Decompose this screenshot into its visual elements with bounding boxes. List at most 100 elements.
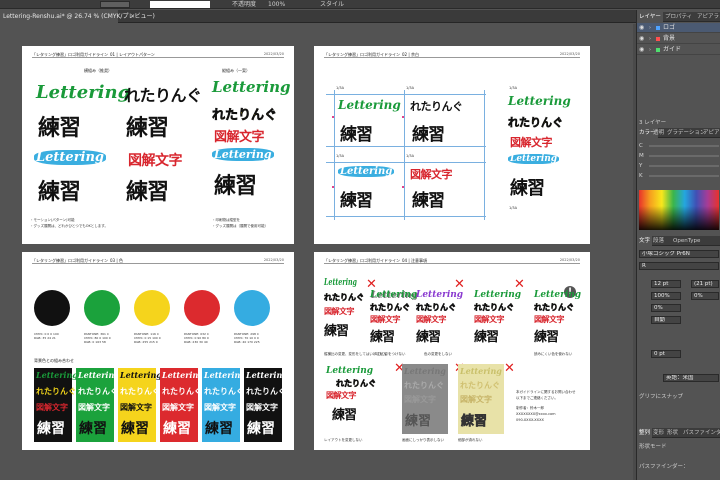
artboard-margins[interactable]: 「レタリング練習」ロゴ利用ガイドライン 02 | 余白 2022/03/20 1… bbox=[314, 46, 590, 244]
logo-margin-blue[interactable]: Lettering 練習 bbox=[338, 166, 402, 212]
baseline-field[interactable]: 0 pt bbox=[651, 350, 681, 358]
tab-pathfinder[interactable]: パスファインダー bbox=[683, 428, 720, 438]
logo-boxkanji-text: 図解文字 bbox=[128, 153, 183, 169]
cmyk-k-row[interactable]: K bbox=[639, 172, 719, 180]
bg-sample-red[interactable]: Lettering れたりんぐ 図解文字 練習 bbox=[160, 368, 204, 442]
cmyk-slider[interactable] bbox=[649, 145, 719, 147]
bg-sample-yellow[interactable]: Lettering れたりんぐ 図解文字 練習 bbox=[118, 368, 162, 442]
logo-kanji-text: 練習 bbox=[126, 116, 169, 141]
tab-shape[interactable]: 形状 bbox=[667, 428, 678, 438]
logo-margin-hiragana[interactable]: れたりんぐ 練習 bbox=[410, 98, 484, 145]
cmyk-slider[interactable] bbox=[649, 165, 719, 167]
leading-field[interactable]: (21 pt) bbox=[691, 280, 719, 288]
chevron-right-icon[interactable]: › bbox=[649, 23, 651, 33]
tab-appearance[interactable]: アピアランス bbox=[697, 12, 720, 22]
tab-align[interactable]: 整列 bbox=[637, 428, 653, 438]
cmyk-c-row[interactable]: C bbox=[639, 142, 719, 150]
layout-note: ・グッズ展開は（展開で使用可能） bbox=[212, 224, 268, 228]
canvas[interactable]: 「レタリング練習」ロゴ利用ガイドライン 01 | レイアウトパターン 2022/… bbox=[0, 24, 636, 480]
proportional-field[interactable]: 0% bbox=[651, 304, 681, 312]
color-swatch-red[interactable] bbox=[184, 290, 220, 326]
auto-field[interactable]: 自動 bbox=[651, 316, 681, 324]
color-swatch-green[interactable] bbox=[84, 290, 120, 326]
visibility-eye-icon[interactable]: ◉ bbox=[639, 45, 644, 55]
color-panel-tabs: カラー 透明 グラデーション アピアランス bbox=[637, 128, 720, 138]
tab-layers[interactable]: レイヤー bbox=[637, 12, 663, 22]
logo-margin-red[interactable]: 図解文字 練習 bbox=[410, 166, 484, 212]
color-swatch-black[interactable] bbox=[34, 290, 70, 326]
caution-example-busybg[interactable]: Lettering れたりんぐ 図解文字 練習 bbox=[458, 364, 504, 434]
kerning-field[interactable]: 0% bbox=[691, 292, 719, 300]
caution-example-layout[interactable]: Lettering れたりんぐ 図解文字 練習 bbox=[474, 290, 521, 350]
style-label[interactable]: スタイル bbox=[320, 0, 344, 9]
logo-lettering-text: Lettering bbox=[508, 94, 571, 108]
bg-sample-green[interactable]: Lettering れたりんぐ 図解文字 練習 bbox=[76, 368, 120, 442]
layer-row[interactable]: ◉ › ロゴ bbox=[637, 23, 720, 33]
font-size-field[interactable]: 12 pt bbox=[651, 280, 681, 288]
artboard-cautions[interactable]: 「レタリング練習」ロゴ利用ガイドライン 04 | 注意事項 2022/03/20… bbox=[314, 252, 590, 450]
logo-margin-vertical[interactable]: Lettering れたりんぐ 図解文字 Lettering 練習 bbox=[508, 94, 584, 214]
cmyk-slider[interactable] bbox=[649, 175, 719, 177]
cmyk-slider[interactable] bbox=[649, 155, 719, 157]
color-swatch-blue[interactable] bbox=[234, 290, 270, 326]
tab-transparency[interactable]: 透明 bbox=[653, 128, 664, 138]
logo-kanji-text: 練習 bbox=[121, 421, 149, 437]
logo-hiragana-text: れたりんぐ bbox=[534, 303, 575, 313]
cmyk-m-row[interactable]: M bbox=[639, 152, 719, 160]
caution-example-color[interactable]: Lettering れたりんぐ 図解文字 練習 bbox=[416, 290, 463, 350]
caution-example-rearranged[interactable]: Lettering れたりんぐ 図解文字 練習 bbox=[326, 366, 386, 432]
document-tab[interactable]: Lettering-Renshu.ai* @ 26.74 % (CMYK/プレビ… bbox=[0, 10, 155, 23]
caution-example-shadow[interactable]: Lettering れたりんぐ 図解文字 練習 bbox=[370, 290, 417, 350]
logo-hiragana-text: れたりんぐ bbox=[212, 108, 278, 124]
language-select[interactable]: 英語：米国 bbox=[663, 374, 719, 382]
logo-kanji-text: 練習 bbox=[340, 125, 373, 145]
caution-example-lowcontrast[interactable]: Lettering れたりんぐ 図解文字 練習 bbox=[402, 364, 448, 434]
caution-caption: 画面にしっかり表示しない bbox=[402, 438, 444, 442]
tab-gradient[interactable]: グラデーション bbox=[667, 128, 705, 138]
chevron-right-icon[interactable]: › bbox=[649, 34, 651, 44]
logo-hiragana-text: れたりんぐ bbox=[336, 379, 377, 389]
chevron-right-icon[interactable]: › bbox=[649, 45, 651, 55]
caution-example-distorted[interactable]: Lettering れたりんぐ 図解文字 練習 bbox=[324, 278, 365, 348]
visibility-eye-icon[interactable]: ◉ bbox=[639, 23, 644, 33]
tracking-field[interactable]: 100% bbox=[651, 292, 681, 300]
layer-row[interactable]: ◉ › 背景 bbox=[637, 34, 720, 44]
cmyk-c-label: C bbox=[639, 143, 643, 149]
pathfinder-label: パスファインダー： bbox=[639, 464, 689, 470]
margin-guide bbox=[326, 94, 486, 95]
logo-lettering-text: Lettering bbox=[34, 150, 107, 165]
logo-hiragana-text: れたりんぐ bbox=[124, 86, 202, 105]
logo-boxkanji-text: 図解文字 bbox=[460, 395, 492, 404]
bg-sample-black-2[interactable]: Lettering れたりんぐ 図解文字 練習 bbox=[244, 368, 288, 442]
layer-row[interactable]: ◉ › ガイド bbox=[637, 45, 720, 55]
color-spectrum[interactable] bbox=[639, 190, 719, 230]
tab-character[interactable]: 文字 bbox=[637, 236, 653, 246]
tab-properties[interactable]: プロパティ bbox=[665, 12, 692, 22]
logo-kanji-text: 練習 bbox=[461, 414, 488, 430]
caution-example-small[interactable]: Lettering れたりんぐ 図解文字 練習 bbox=[534, 290, 581, 350]
logo-hiragana-text: れたりんぐ bbox=[246, 387, 286, 396]
font-style-select[interactable]: R bbox=[639, 262, 719, 270]
bg-sample-blue[interactable]: Lettering れたりんぐ 図解文字 練習 bbox=[202, 368, 246, 442]
tab-transform[interactable]: 変形 bbox=[653, 428, 664, 438]
layer-name: 背景 bbox=[663, 35, 676, 42]
artboard-layout[interactable]: 「レタリング練習」ロゴ利用ガイドライン 01 | レイアウトパターン 2022/… bbox=[22, 46, 294, 244]
tab-opentype[interactable]: OpenType bbox=[673, 236, 700, 246]
caution-caption: 細部が潰れない bbox=[458, 438, 483, 442]
logo-margin-green[interactable]: Lettering 練習 bbox=[338, 98, 402, 145]
tab-paragraph[interactable]: 段落 bbox=[653, 236, 664, 246]
close-tab-icon[interactable]: ✕ bbox=[130, 10, 135, 23]
opacity-value[interactable]: 100% bbox=[268, 0, 285, 9]
tab-appearance-2[interactable]: アピアランス bbox=[703, 128, 720, 138]
visibility-eye-icon[interactable]: ◉ bbox=[639, 34, 644, 44]
font-family-select[interactable]: 小塚ゴシック Pr6N bbox=[639, 250, 719, 258]
bg-sample-black[interactable]: Lettering れたりんぐ 図解文字 練習 bbox=[34, 368, 78, 442]
color-swatch-yellow[interactable] bbox=[134, 290, 170, 326]
logo-vertical-stack[interactable]: Lettering れたりんぐ 図解文字 Lettering 練習 bbox=[210, 78, 291, 208]
horizontal-label: 横組み（推奨） bbox=[84, 68, 112, 73]
logo-hiragana-text: れたりんぐ bbox=[474, 303, 515, 313]
cmyk-y-row[interactable]: Y bbox=[639, 162, 719, 170]
stroke-field[interactable] bbox=[100, 1, 130, 8]
brush-field[interactable] bbox=[150, 1, 210, 8]
artboard-colors[interactable]: 「レタリング練習」ロゴ利用ガイドライン 03 | 色 2022/03/20 CM… bbox=[22, 252, 294, 450]
